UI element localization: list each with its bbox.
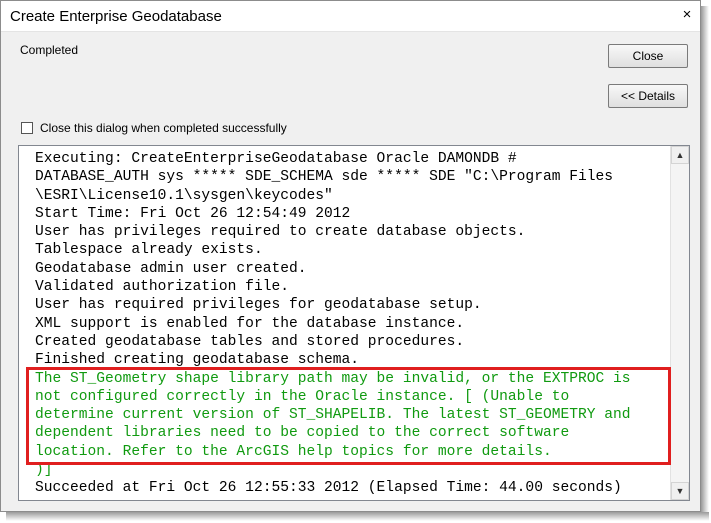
title-bar: Create Enterprise Geodatabase × xyxy=(1,1,700,32)
window-shadow-bottom xyxy=(6,512,709,521)
log-line: \ESRI\License10.1\sysgen\keycodes" xyxy=(35,187,333,204)
log-line: Geodatabase admin user created. xyxy=(35,260,307,277)
scroll-down-arrow-icon[interactable]: ▼ xyxy=(671,482,689,500)
log-line: Executing: CreateEnterpriseGeodatabase O… xyxy=(35,151,517,167)
dialog-title: Create Enterprise Geodatabase xyxy=(10,8,222,25)
log-line: Validated authorization file. xyxy=(35,279,289,296)
close-button[interactable]: Close xyxy=(608,44,688,68)
close-on-success-label: Close this dialog when completed success… xyxy=(40,121,287,135)
log-line: User has required privileges for geodata… xyxy=(35,297,482,314)
log-line: Tablespace already exists. xyxy=(35,242,263,259)
log-line: User has privileges required to create d… xyxy=(35,224,526,241)
log-line: Created geodatabase tables and stored pr… xyxy=(35,333,465,350)
log-line: Start Time: Fri Oct 26 12:54:49 2012 xyxy=(35,205,351,222)
close-on-success-checkbox[interactable] xyxy=(21,122,33,134)
status-text: Completed xyxy=(20,43,79,57)
log-line: XML support is enabled for the database … xyxy=(35,315,465,332)
warning-highlight-box xyxy=(26,367,671,465)
log-line: DATABASE_AUTH sys ***** SDE_SCHEMA sde *… xyxy=(35,169,614,186)
scroll-up-arrow-icon[interactable]: ▲ xyxy=(671,146,689,164)
log-scrollbar[interactable]: ▲ ▼ xyxy=(670,146,689,500)
log-line-succeeded: Succeeded at Fri Oct 26 12:55:33 2012 (E… xyxy=(35,480,622,497)
close-icon[interactable]: × xyxy=(679,7,695,23)
details-button[interactable]: << Details xyxy=(608,84,688,108)
close-on-success-row[interactable]: Close this dialog when completed success… xyxy=(21,120,287,136)
window-shadow-right xyxy=(701,6,709,514)
